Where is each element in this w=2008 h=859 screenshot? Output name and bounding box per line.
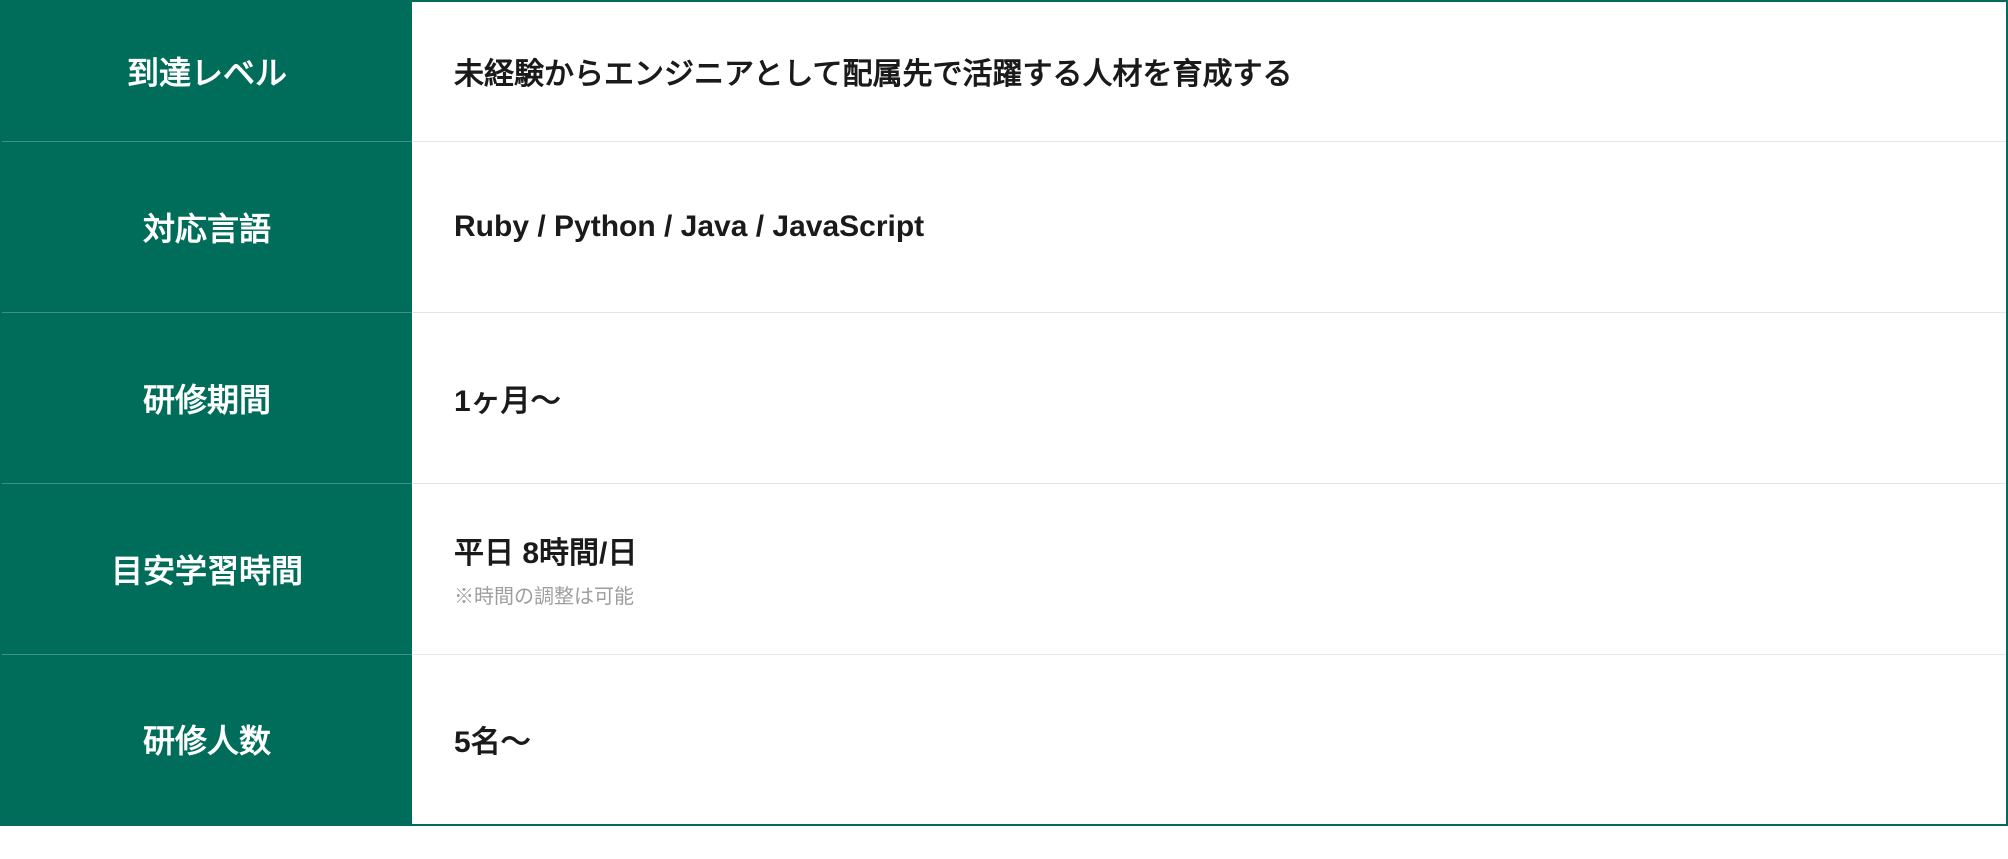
row-label: 目安学習時間	[1, 483, 412, 654]
table-row: 目安学習時間 平日 8時間/日 ※時間の調整は可能	[1, 483, 2007, 654]
row-value-text: 平日 8時間/日	[454, 537, 637, 570]
row-value: 未経験からエンジニアとして配属先で活躍する人材を育成する	[412, 1, 2007, 141]
row-label: 研修人数	[1, 654, 412, 825]
row-value: 平日 8時間/日 ※時間の調整は可能	[412, 483, 2007, 654]
table-row: 対応言語 Ruby / Python / Java / JavaScript	[1, 141, 2007, 312]
row-label: 研修期間	[1, 312, 412, 483]
row-label: 到達レベル	[1, 1, 412, 141]
row-value: Ruby / Python / Java / JavaScript	[412, 141, 2007, 312]
table-row: 研修人数 5名〜	[1, 654, 2007, 825]
row-value: 1ヶ月〜	[412, 312, 2007, 483]
table-row: 到達レベル 未経験からエンジニアとして配属先で活躍する人材を育成する	[1, 1, 2007, 141]
table-row: 研修期間 1ヶ月〜	[1, 312, 2007, 483]
row-note: ※時間の調整は可能	[454, 580, 2006, 609]
info-table: 到達レベル 未経験からエンジニアとして配属先で活躍する人材を育成する 対応言語 …	[0, 0, 2008, 826]
row-label: 対応言語	[1, 141, 412, 312]
row-value: 5名〜	[412, 654, 2007, 825]
